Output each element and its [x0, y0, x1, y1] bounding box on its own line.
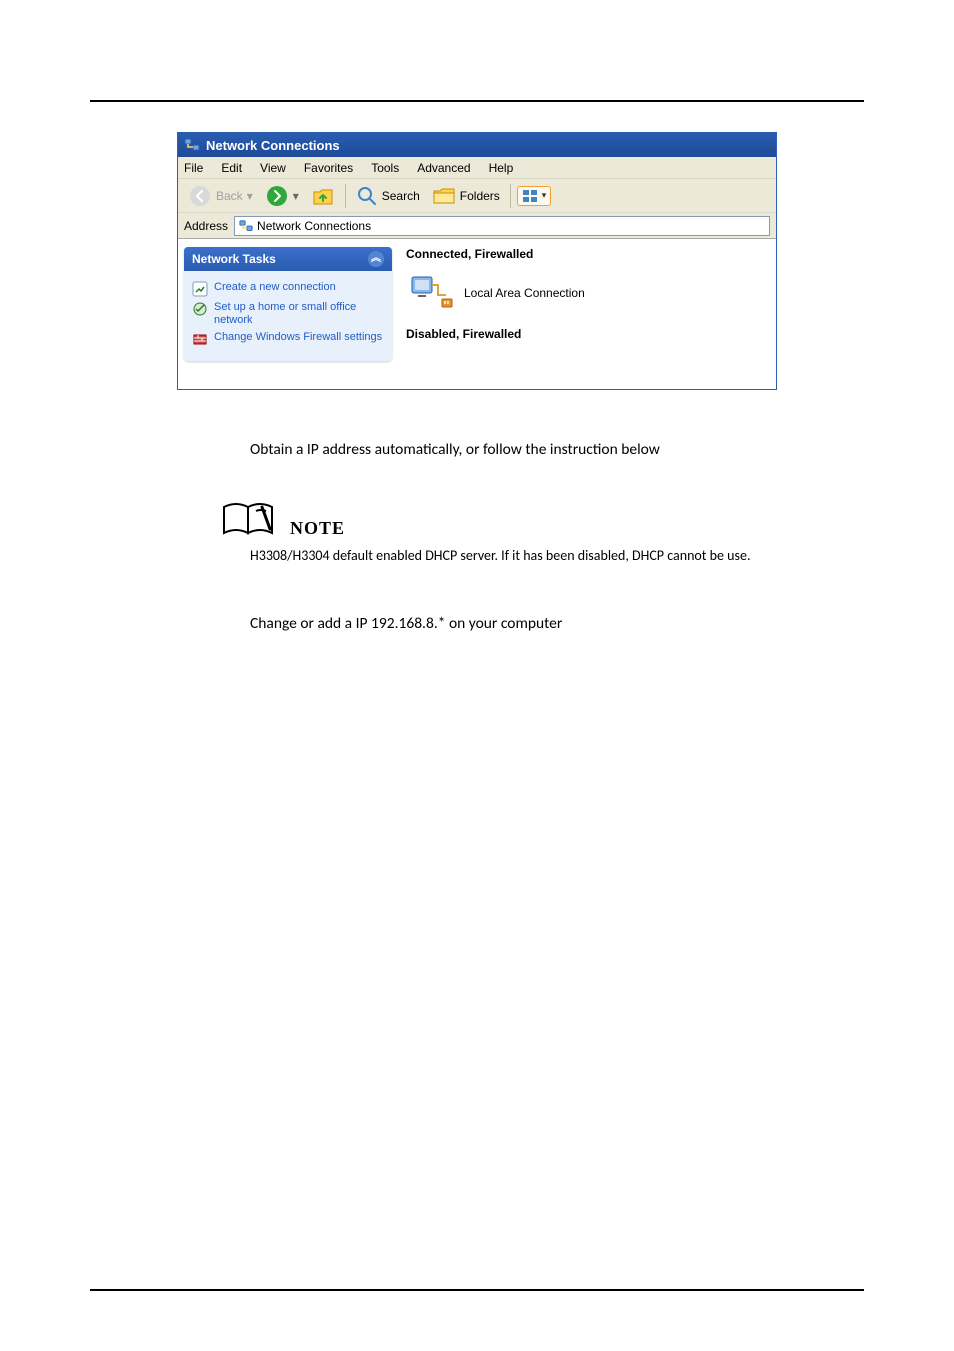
toolbar: Back ▾ ▾: [178, 179, 776, 213]
collapse-chevron-icon[interactable]: ︽: [368, 251, 384, 267]
task-label: Change Windows Firewall settings: [214, 331, 384, 344]
address-input[interactable]: Network Connections: [234, 216, 770, 236]
forward-button[interactable]: ▾: [261, 182, 303, 210]
tasks-header-label: Network Tasks: [192, 252, 276, 266]
bottom-rule: [90, 1289, 864, 1291]
task-change-firewall[interactable]: Change Windows Firewall settings: [192, 331, 384, 347]
lan-connection-icon: [410, 273, 454, 313]
doc-line-1: Obtain a IP address automatically, or fo…: [250, 440, 864, 459]
folders-icon: [432, 185, 456, 207]
note-block: NOTE: [220, 499, 864, 539]
group-connected-header: Connected, Firewalled: [406, 247, 768, 261]
doc-line-2: Change or add a IP 192.168.8.* on your c…: [250, 614, 864, 633]
menu-help[interactable]: Help: [489, 161, 514, 175]
folders-button[interactable]: Folders: [428, 182, 504, 210]
folders-label: Folders: [460, 189, 500, 203]
menu-view[interactable]: View: [260, 161, 286, 175]
top-rule: [90, 100, 864, 102]
toolbar-separator: [345, 184, 346, 208]
network-connections-icon: [184, 137, 200, 153]
tasks-body: Create a new connection Set up a home or…: [184, 271, 392, 361]
xp-window: Network Connections File Edit View Favor…: [177, 132, 777, 390]
back-dropdown-icon: ▾: [247, 189, 253, 203]
local-area-connection[interactable]: Local Area Connection: [406, 263, 768, 323]
task-label: Create a new connection: [214, 281, 384, 294]
task-setup-home-network[interactable]: Set up a home or small office network: [192, 301, 384, 327]
views-icon: [522, 189, 540, 203]
folder-up-icon: [311, 184, 335, 208]
search-icon: [356, 185, 378, 207]
back-arrow-icon: [188, 184, 212, 208]
task-create-new-connection[interactable]: Create a new connection: [192, 281, 384, 297]
titlebar: Network Connections: [178, 133, 776, 157]
search-button[interactable]: Search: [352, 182, 424, 210]
address-label: Address: [184, 219, 228, 233]
views-button[interactable]: ▾: [517, 186, 552, 206]
search-label: Search: [382, 189, 420, 203]
menu-advanced[interactable]: Advanced: [417, 161, 470, 175]
note-text: H3308/H3304 default enabled DHCP server.…: [250, 547, 864, 564]
wizard-icon: [192, 281, 208, 297]
up-button[interactable]: [307, 182, 339, 210]
network-connections-icon-small: [239, 219, 253, 233]
menu-favorites[interactable]: Favorites: [304, 161, 353, 175]
back-label: Back: [216, 189, 243, 203]
menu-file[interactable]: File: [184, 161, 203, 175]
book-note-icon: [220, 499, 280, 539]
forward-dropdown-icon[interactable]: ▾: [293, 189, 299, 203]
menu-tools[interactable]: Tools: [371, 161, 399, 175]
address-value: Network Connections: [257, 219, 371, 233]
views-dropdown-icon: ▾: [542, 190, 547, 201]
content-area: Network Tasks ︽ Create a new connection: [178, 239, 776, 389]
toolbar-separator-2: [510, 184, 511, 208]
menubar: File Edit View Favorites Tools Advanced …: [178, 157, 776, 179]
group-disabled-header: Disabled, Firewalled: [406, 327, 768, 341]
right-column: Connected, Firewalled Local Area Connect…: [398, 239, 776, 389]
home-network-icon: [192, 301, 208, 317]
left-column: Network Tasks ︽ Create a new connection: [178, 239, 398, 389]
menu-edit[interactable]: Edit: [221, 161, 242, 175]
forward-arrow-icon: [265, 184, 289, 208]
firewall-icon: [192, 331, 208, 347]
task-label: Set up a home or small office network: [214, 301, 384, 327]
connection-name: Local Area Connection: [464, 286, 585, 300]
note-label: NOTE: [290, 518, 345, 539]
address-bar: Address Network Connections: [178, 213, 776, 239]
back-button: Back ▾: [184, 182, 257, 210]
network-tasks-panel: Network Tasks ︽ Create a new connection: [184, 247, 392, 361]
tasks-header[interactable]: Network Tasks ︽: [184, 247, 392, 271]
window-title: Network Connections: [206, 138, 340, 153]
